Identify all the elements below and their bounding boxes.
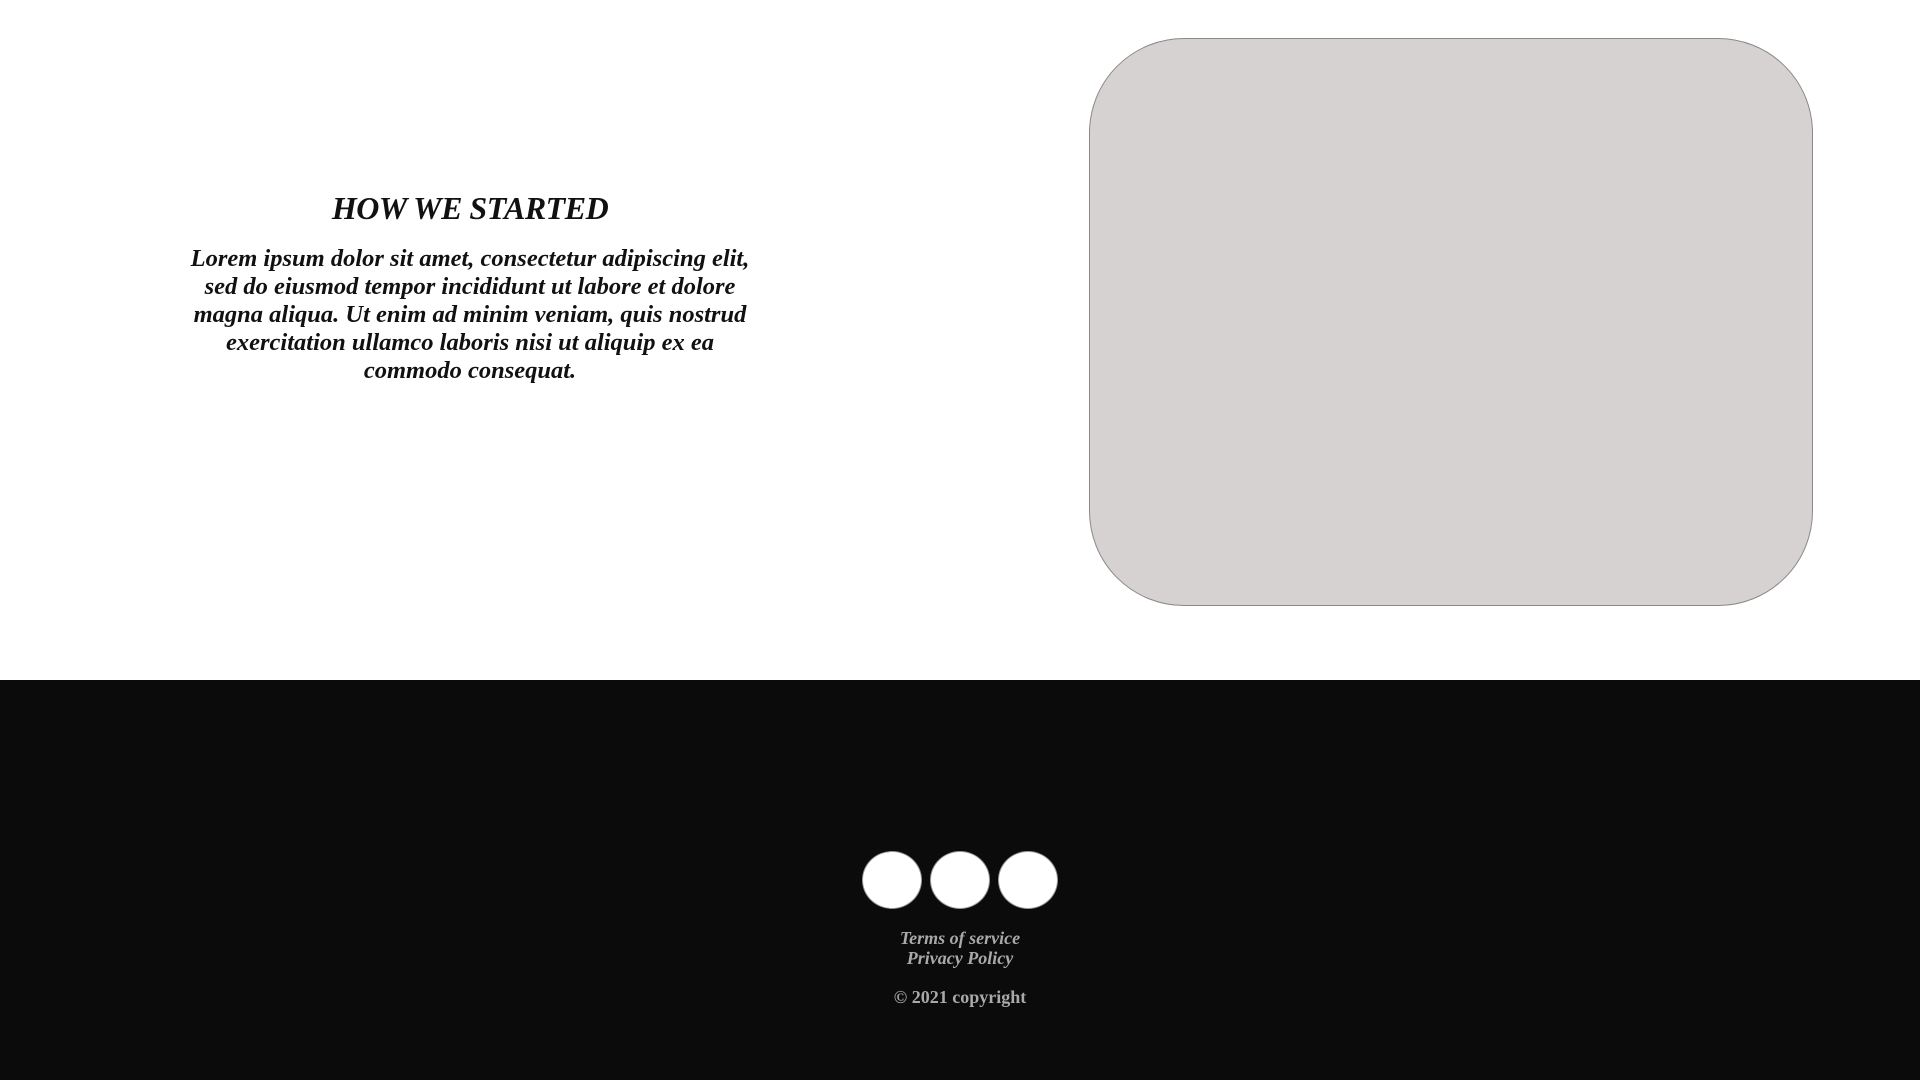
story-body: Lorem ipsum dolor sit amet, consectetur … (190, 245, 750, 384)
social-icon-2[interactable] (930, 851, 990, 909)
footer: Terms of service Privacy Policy © 2021 c… (0, 680, 1920, 1080)
story-text-block: HOW WE STARTED Lorem ipsum dolor sit ame… (190, 190, 750, 385)
story-title: HOW WE STARTED (331, 190, 609, 226)
social-icon-3[interactable] (998, 851, 1058, 909)
copyright-text: © 2021 copyright (893, 987, 1027, 1007)
story-section: HOW WE STARTED Lorem ipsum dolor sit ame… (0, 0, 1920, 680)
terms-of-service-link[interactable]: Terms of service (0, 928, 1920, 948)
privacy-policy-link[interactable]: Privacy Policy (0, 948, 1920, 968)
social-icons-row (0, 851, 1920, 909)
story-image-placeholder (1089, 38, 1813, 606)
legal-links: Terms of service Privacy Policy (0, 928, 1920, 968)
social-icon-1[interactable] (862, 851, 922, 909)
